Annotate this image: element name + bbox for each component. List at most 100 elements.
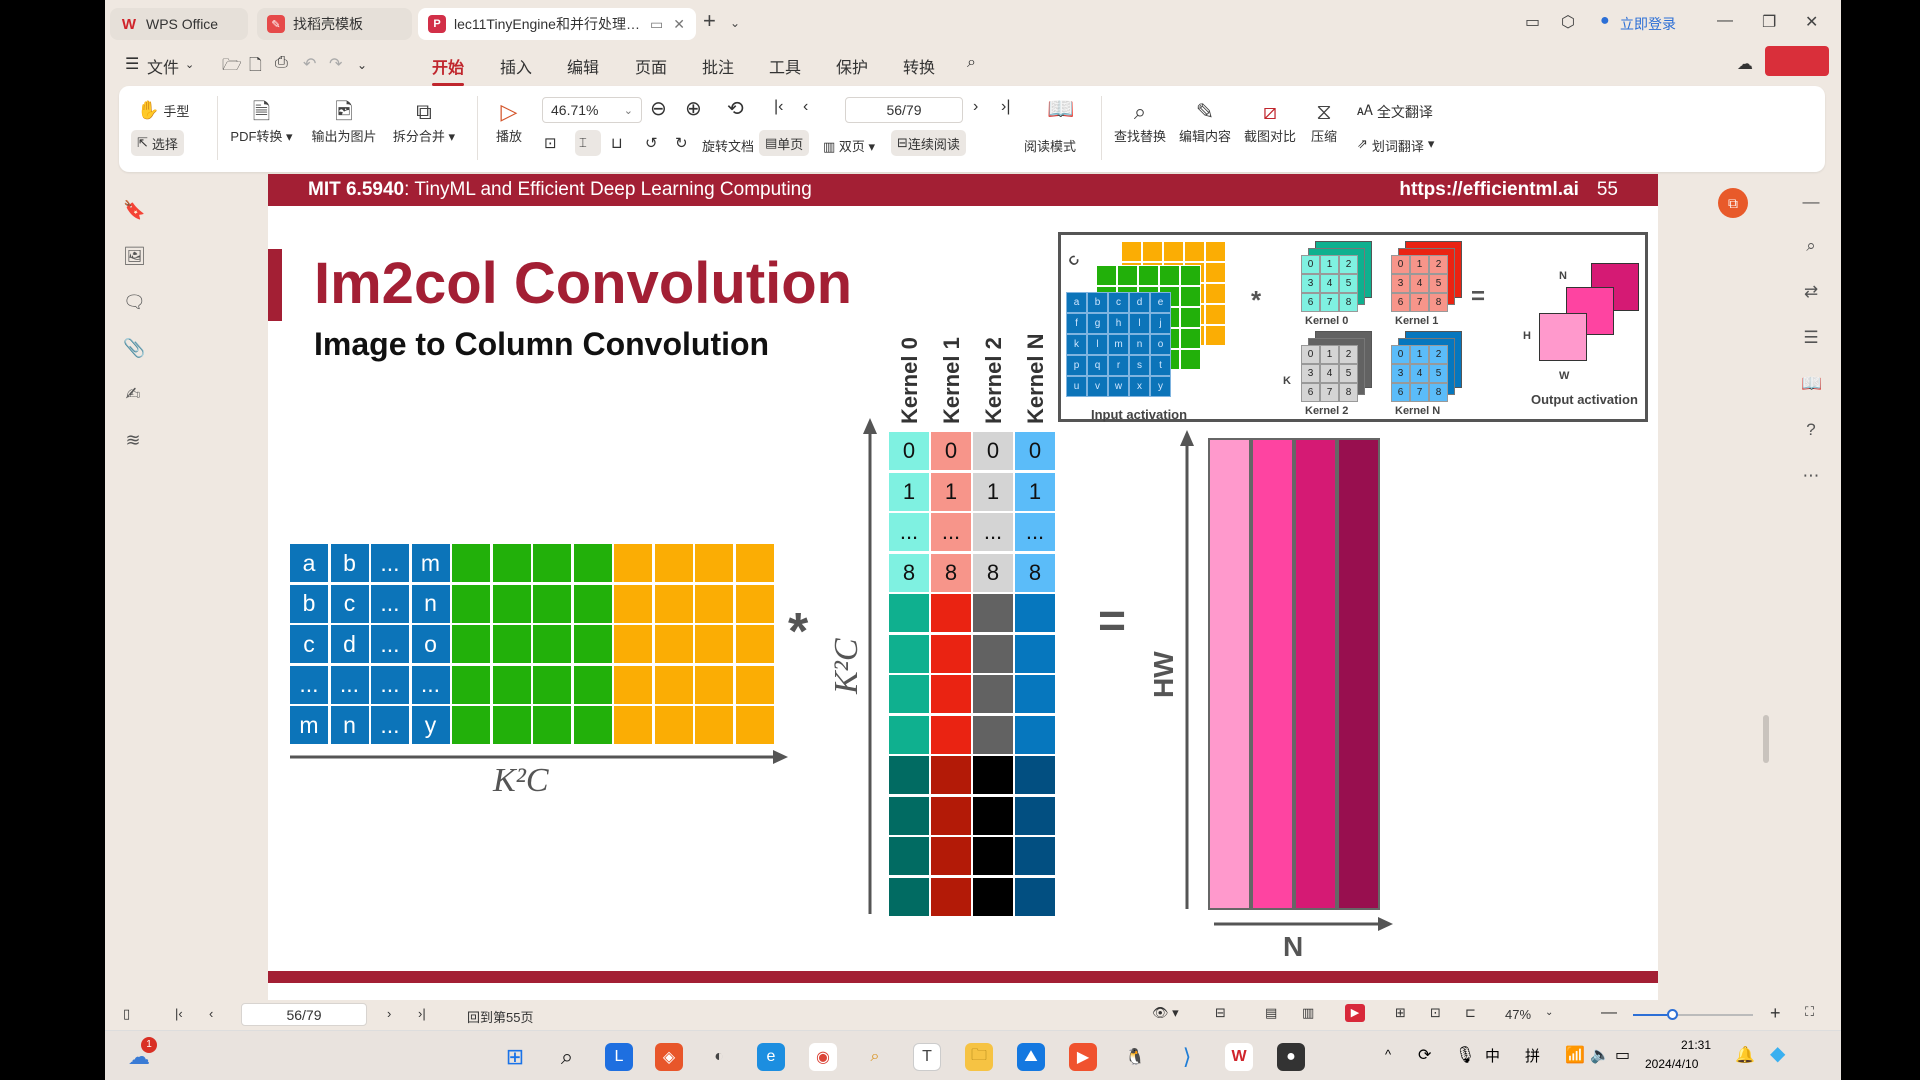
zoom-select[interactable]: 46.71% ⌄ [542, 97, 642, 123]
app-icon-2[interactable]: ◈ [655, 1043, 683, 1071]
search-icon[interactable]: ⌕ [553, 1043, 581, 1071]
split-merge-button[interactable]: ⧉ 拆分合并 ▾ [384, 98, 464, 145]
ime-language[interactable]: 中 [1485, 1045, 1500, 1066]
copilot-icon[interactable]: ◆ [1770, 1041, 1785, 1066]
edit-content-button[interactable]: ✎ 编辑内容 [1174, 98, 1236, 145]
cube-icon[interactable]: ⬡ [1561, 12, 1575, 32]
fit-width-icon[interactable]: ⊟ [1215, 1005, 1226, 1021]
volume-icon[interactable]: 🔈 [1590, 1045, 1610, 1065]
actual-size-icon[interactable]: ⊔ [611, 134, 623, 152]
more-chevron-icon[interactable]: ⌄ [357, 58, 367, 72]
undo-icon[interactable]: ↶ [303, 54, 316, 74]
fullscreen-icon[interactable]: ⛶ [1805, 1004, 1814, 1020]
next-page-icon[interactable]: › [973, 98, 978, 116]
signature-icon[interactable]: ✍ [123, 384, 143, 404]
app-icon-4[interactable]: ⌕ [861, 1043, 889, 1071]
zoom-out-button[interactable]: — [1601, 1004, 1617, 1022]
double-page-icon[interactable]: ▥ [1302, 1005, 1314, 1021]
vscode-icon[interactable]: ⟩ [1173, 1043, 1201, 1071]
reading-mode-button[interactable]: 阅读模式 [1024, 136, 1076, 155]
prev-page-icon[interactable]: ‹ [803, 98, 808, 116]
chevron-down-icon[interactable]: ⌄ [1545, 1007, 1553, 1018]
reading-mode-icon[interactable]: 📖 [1047, 96, 1074, 122]
floating-assistant-button[interactable]: ⧉ [1718, 188, 1748, 218]
prev-page-icon[interactable]: ‹ [209, 1006, 213, 1021]
open-folder-icon[interactable]: 🗁 [222, 54, 242, 81]
menu-annotate[interactable]: 批注 [702, 54, 734, 78]
tab-docer-templates[interactable]: ✎ 找稻壳模板 [257, 8, 412, 40]
menu-protect[interactable]: 保护 [836, 54, 868, 78]
pdf-reader-icon[interactable]: ▶ [1069, 1043, 1097, 1071]
chevron-down-icon[interactable]: ⌄ [730, 16, 740, 30]
new-tab-button[interactable]: + [703, 8, 716, 34]
double-page-button[interactable]: ▥ 双页 ▾ [823, 136, 875, 155]
status-page-input[interactable]: 56/79 [241, 1003, 367, 1026]
clock-time[interactable]: 21:31 [1661, 1038, 1711, 1052]
fit-width-button[interactable]: ⌶ [575, 130, 601, 156]
app-icon-3[interactable]: ◐ [705, 1043, 733, 1071]
layers-icon[interactable]: ≋ [123, 430, 143, 450]
continuous-reading-button[interactable]: ⊟ 连续阅读 [891, 130, 966, 156]
zoom-in-icon[interactable]: ⊕ [685, 96, 702, 121]
word-translate-button[interactable]: ⇗ 划词翻译 ▾ [1357, 136, 1434, 155]
wps-taskbar-icon[interactable]: W [1225, 1043, 1253, 1071]
search-icon[interactable]: ⌕ [967, 54, 976, 72]
restore-button[interactable]: ❐ [1762, 12, 1776, 32]
print-icon[interactable]: ⎙ [275, 54, 288, 72]
last-page-icon[interactable]: ›| [1001, 98, 1010, 116]
book-icon[interactable]: 📖 [1801, 374, 1822, 394]
settings-sliders-icon[interactable]: ☰ [1801, 328, 1821, 348]
first-page-icon[interactable]: |‹ [774, 98, 783, 116]
menu-tools[interactable]: 工具 [769, 54, 801, 78]
clock-date[interactable]: 2024/4/10 [1645, 1057, 1698, 1071]
notification-bell-icon[interactable]: 🔔 [1735, 1045, 1755, 1065]
screenshot-compare-button[interactable]: ⧄ 截图对比 [1239, 98, 1301, 145]
menu-page[interactable]: 页面 [635, 54, 667, 78]
start-icon[interactable]: ⊞ [501, 1043, 529, 1071]
single-page-icon[interactable]: ▤ [1265, 1005, 1277, 1021]
page-input[interactable]: 56/79 [845, 97, 963, 123]
hamburger-icon[interactable]: ☰ [125, 54, 139, 74]
more-icon[interactable]: ⋯ [1801, 466, 1821, 486]
last-page-icon[interactable]: ›| [418, 1006, 426, 1021]
thumbnail-icon[interactable]: 🖼 [123, 246, 146, 266]
compress-button[interactable]: ⧖ 压缩 [1304, 98, 1344, 145]
help-icon[interactable]: ? [1801, 420, 1821, 440]
wifi-icon[interactable]: 📶 [1565, 1045, 1585, 1065]
fit-page-icon[interactable]: ⊡ [544, 134, 557, 152]
tray-chevron-icon[interactable]: ^ [1385, 1047, 1391, 1062]
play-button[interactable]: ▷ 播放 [484, 98, 534, 145]
zoom-level[interactable]: 47% [1505, 1007, 1531, 1022]
comment-icon[interactable]: 🗨 [123, 292, 146, 312]
next-page-icon[interactable]: › [387, 1006, 391, 1021]
photos-icon[interactable]: ⛰ [1017, 1043, 1045, 1071]
redo-icon[interactable]: ↷ [329, 54, 342, 74]
search-icon[interactable]: ⌕ [1801, 236, 1821, 256]
zoom-in-button[interactable]: + [1770, 1003, 1781, 1024]
menu-insert[interactable]: 插入 [500, 54, 532, 78]
full-translate-button[interactable]: 🗚 全文翻译 [1357, 102, 1433, 122]
sidebar-toggle-icon[interactable]: ▯ [123, 1006, 130, 1022]
app-icon-1[interactable]: L [605, 1043, 633, 1071]
fit-page-icon[interactable]: ⊡ [1430, 1005, 1441, 1021]
bookmark-icon[interactable]: 🔖 [123, 200, 145, 220]
tab-wps-office[interactable]: W WPS Office [110, 8, 248, 40]
zoom-out-icon[interactable]: ⊖ [650, 96, 667, 121]
typora-icon[interactable]: T [913, 1043, 941, 1071]
login-link[interactable]: 立即登录 [1620, 14, 1676, 34]
zoom-slider-thumb[interactable] [1666, 1009, 1678, 1020]
eye-icon[interactable]: 👁 ▾ [1152, 1005, 1179, 1021]
select-tool-button[interactable]: ⇱ 选择 [131, 130, 184, 156]
mic-icon[interactable]: 🎙 [1455, 1045, 1475, 1065]
single-page-button[interactable]: ▤ 单页 [759, 130, 810, 156]
zoom-slider[interactable] [1633, 1009, 1753, 1020]
window-layout-icon[interactable]: ▭ [1525, 12, 1540, 32]
menu-edit[interactable]: 编辑 [567, 54, 599, 78]
chrome-icon[interactable]: ◉ [809, 1043, 837, 1071]
grid-icon[interactable]: ⊞ [1395, 1005, 1406, 1021]
obs-icon[interactable]: ● [1277, 1043, 1305, 1071]
save-icon[interactable]: 🗋 [249, 54, 262, 81]
play-slideshow-button[interactable]: ▶ [1345, 1004, 1365, 1022]
close-window-button[interactable]: ✕ [1805, 12, 1818, 32]
close-tab-icon[interactable]: ✕ [673, 16, 685, 33]
